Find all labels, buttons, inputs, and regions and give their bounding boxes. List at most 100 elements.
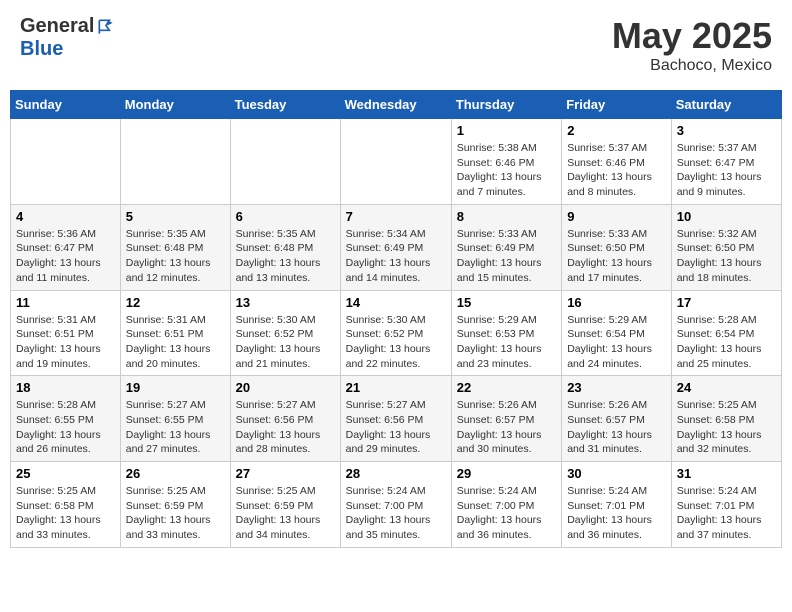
day-content: Sunrise: 5:26 AM Sunset: 6:57 PM Dayligh… [457,398,556,457]
day-content: Sunrise: 5:29 AM Sunset: 6:53 PM Dayligh… [457,313,556,372]
day-number: 8 [457,209,556,224]
day-number: 19 [126,380,225,395]
calendar-cell: 5 Sunrise: 5:35 AM Sunset: 6:48 PM Daylig… [120,204,230,290]
calendar-table: SundayMondayTuesdayWednesdayThursdayFrid… [10,90,782,548]
calendar-cell: 3 Sunrise: 5:37 AM Sunset: 6:47 PM Daylig… [671,119,781,205]
calendar-cell: 13Sunrise: 5:30 AM Sunset: 6:52 PM Dayli… [230,290,340,376]
day-content: Sunrise: 5:24 AM Sunset: 7:00 PM Dayligh… [457,484,556,543]
day-number: 12 [126,295,225,310]
column-header-friday: Friday [562,91,672,119]
day-content: Sunrise: 5:37 AM Sunset: 6:46 PM Dayligh… [567,141,666,200]
calendar-cell: 12 Sunrise: 5:31 AM Sunset: 6:51 PM Dayli… [120,290,230,376]
calendar-cell: 24 Sunrise: 5:25 AM Sunset: 6:58 PM Dayli… [671,376,781,462]
calendar-cell [230,119,340,205]
day-content: Sunrise: 5:33 AM Sunset: 6:49 PM Dayligh… [457,227,556,286]
title-block: May 2025 Bachoco, Mexico [612,15,772,75]
day-number: 17 [677,295,776,310]
calendar-cell: 11 Sunrise: 5:31 AM Sunset: 6:51 PM Dayli… [11,290,121,376]
day-number: 22 [457,380,556,395]
day-number: 5 [126,209,225,224]
calendar-cell: 17 Sunrise: 5:28 AM Sunset: 6:54 PM Dayli… [671,290,781,376]
day-number: 27 [236,466,335,481]
day-number: 3 [677,123,776,138]
day-content: Sunrise: 5:35 AM Sunset: 6:48 PM Dayligh… [236,227,335,286]
day-content: Sunrise: 5:26 AM Sunset: 6:57 PM Dayligh… [567,398,666,457]
calendar-cell: 27 Sunrise: 5:25 AM Sunset: 6:59 PM Dayli… [230,462,340,548]
logo-blue-text: Blue [20,38,63,61]
calendar-cell: 31 Sunrise: 5:24 AM Sunset: 7:01 PM Dayli… [671,462,781,548]
day-content: Sunrise: 5:30 AM Sunset: 6:52 PM Dayligh… [346,313,446,372]
column-header-monday: Monday [120,91,230,119]
day-number: 15 [457,295,556,310]
calendar-week-row: 25Sunrise: 5:25 AM Sunset: 6:58 PM Dayli… [11,462,782,548]
calendar-cell [120,119,230,205]
calendar-cell: 9 Sunrise: 5:33 AM Sunset: 6:50 PM Daylig… [562,204,672,290]
day-number: 2 [567,123,666,138]
day-number: 29 [457,466,556,481]
day-content: Sunrise: 5:25 AM Sunset: 6:58 PM Dayligh… [677,398,776,457]
calendar-cell: 26Sunrise: 5:25 AM Sunset: 6:59 PM Dayli… [120,462,230,548]
day-number: 24 [677,380,776,395]
calendar-cell: 6 Sunrise: 5:35 AM Sunset: 6:48 PM Daylig… [230,204,340,290]
day-number: 6 [236,209,335,224]
day-content: Sunrise: 5:27 AM Sunset: 6:56 PM Dayligh… [346,398,446,457]
calendar-cell: 25Sunrise: 5:25 AM Sunset: 6:58 PM Dayli… [11,462,121,548]
day-number: 16 [567,295,666,310]
day-content: Sunrise: 5:25 AM Sunset: 6:59 PM Dayligh… [236,484,335,543]
column-header-saturday: Saturday [671,91,781,119]
day-content: Sunrise: 5:24 AM Sunset: 7:01 PM Dayligh… [677,484,776,543]
calendar-cell: 2 Sunrise: 5:37 AM Sunset: 6:46 PM Daylig… [562,119,672,205]
day-number: 23 [567,380,666,395]
calendar-cell: 30Sunrise: 5:24 AM Sunset: 7:01 PM Dayli… [562,462,672,548]
day-number: 26 [126,466,225,481]
calendar-cell: 21 Sunrise: 5:27 AM Sunset: 6:56 PM Dayli… [340,376,451,462]
calendar-week-row: 18Sunrise: 5:28 AM Sunset: 6:55 PM Dayli… [11,376,782,462]
column-header-sunday: Sunday [11,91,121,119]
day-content: Sunrise: 5:25 AM Sunset: 6:58 PM Dayligh… [16,484,115,543]
calendar-week-row: 1Sunrise: 5:38 AM Sunset: 6:46 PM Daylig… [11,119,782,205]
day-number: 10 [677,209,776,224]
day-content: Sunrise: 5:37 AM Sunset: 6:47 PM Dayligh… [677,141,776,200]
calendar-cell: 16 Sunrise: 5:29 AM Sunset: 6:54 PM Dayli… [562,290,672,376]
day-number: 28 [346,466,446,481]
calendar-cell: 22 Sunrise: 5:26 AM Sunset: 6:57 PM Dayli… [451,376,561,462]
day-number: 4 [16,209,115,224]
day-content: Sunrise: 5:35 AM Sunset: 6:48 PM Dayligh… [126,227,225,286]
calendar-cell: 29 Sunrise: 5:24 AM Sunset: 7:00 PM Dayli… [451,462,561,548]
calendar-cell: 7Sunrise: 5:34 AM Sunset: 6:49 PM Daylig… [340,204,451,290]
calendar-cell: 14 Sunrise: 5:30 AM Sunset: 6:52 PM Dayli… [340,290,451,376]
calendar-cell [340,119,451,205]
calendar-week-row: 4 Sunrise: 5:36 AM Sunset: 6:47 PM Daylig… [11,204,782,290]
day-number: 11 [16,295,115,310]
day-content: Sunrise: 5:30 AM Sunset: 6:52 PM Dayligh… [236,313,335,372]
day-number: 9 [567,209,666,224]
logo-flag-icon [96,17,116,37]
calendar-cell [11,119,121,205]
day-content: Sunrise: 5:27 AM Sunset: 6:56 PM Dayligh… [236,398,335,457]
calendar-header-row: SundayMondayTuesdayWednesdayThursdayFrid… [11,91,782,119]
day-number: 30 [567,466,666,481]
day-content: Sunrise: 5:27 AM Sunset: 6:55 PM Dayligh… [126,398,225,457]
calendar-cell: 19 Sunrise: 5:27 AM Sunset: 6:55 PM Dayli… [120,376,230,462]
day-content: Sunrise: 5:34 AM Sunset: 6:49 PM Dayligh… [346,227,446,286]
day-number: 14 [346,295,446,310]
column-header-thursday: Thursday [451,91,561,119]
day-content: Sunrise: 5:32 AM Sunset: 6:50 PM Dayligh… [677,227,776,286]
day-content: Sunrise: 5:36 AM Sunset: 6:47 PM Dayligh… [16,227,115,286]
day-content: Sunrise: 5:33 AM Sunset: 6:50 PM Dayligh… [567,227,666,286]
calendar-week-row: 11 Sunrise: 5:31 AM Sunset: 6:51 PM Dayli… [11,290,782,376]
day-content: Sunrise: 5:31 AM Sunset: 6:51 PM Dayligh… [16,313,115,372]
calendar-cell: 18Sunrise: 5:28 AM Sunset: 6:55 PM Dayli… [11,376,121,462]
day-number: 31 [677,466,776,481]
day-content: Sunrise: 5:38 AM Sunset: 6:46 PM Dayligh… [457,141,556,200]
day-content: Sunrise: 5:28 AM Sunset: 6:55 PM Dayligh… [16,398,115,457]
day-content: Sunrise: 5:28 AM Sunset: 6:54 PM Dayligh… [677,313,776,372]
day-number: 21 [346,380,446,395]
day-content: Sunrise: 5:31 AM Sunset: 6:51 PM Dayligh… [126,313,225,372]
day-content: Sunrise: 5:29 AM Sunset: 6:54 PM Dayligh… [567,313,666,372]
column-header-tuesday: Tuesday [230,91,340,119]
calendar-cell: 4 Sunrise: 5:36 AM Sunset: 6:47 PM Daylig… [11,204,121,290]
day-number: 20 [236,380,335,395]
calendar-cell: 1Sunrise: 5:38 AM Sunset: 6:46 PM Daylig… [451,119,561,205]
calendar-cell: 15 Sunrise: 5:29 AM Sunset: 6:53 PM Dayli… [451,290,561,376]
